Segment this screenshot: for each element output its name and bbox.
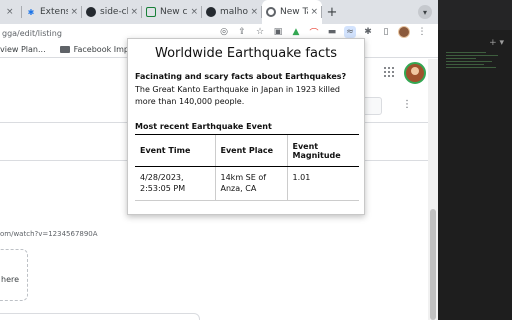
google-lens-icon[interactable]: ◎ xyxy=(218,26,230,38)
tab-1[interactable]: × xyxy=(0,0,22,24)
tab-malhot[interactable]: malhot × xyxy=(202,0,262,24)
folder-icon xyxy=(59,46,70,53)
github-icon xyxy=(86,7,96,17)
extension-icon-2[interactable]: ⌒ xyxy=(308,26,320,39)
tab-title: malhot xyxy=(220,7,249,17)
tab-strip: × ✱ Extensi × side-ch × New ch × malhot … xyxy=(0,0,438,24)
chrome-icon xyxy=(266,7,276,17)
earthquake-table: Event Time Event Place Event Magnitude 4… xyxy=(135,134,359,201)
more-options-icon[interactable]: ⋮ xyxy=(402,99,412,110)
editor-header xyxy=(438,0,512,30)
tab-search-icon[interactable]: ▾ xyxy=(418,5,432,19)
minimap xyxy=(446,52,506,70)
tab-close-icon[interactable]: × xyxy=(250,7,258,17)
puzzle-icon: ✱ xyxy=(27,7,35,17)
editor-side-panel: + ▾ xyxy=(438,0,512,320)
tab-new-ch[interactable]: New ch × xyxy=(142,0,202,24)
tab-title: Extensi xyxy=(40,7,69,17)
drop-zone[interactable]: here xyxy=(0,249,28,301)
popup-title: Worldwide Earthquake facts xyxy=(155,46,337,61)
earthquake-fact: The Great Kanto Earthquake in Japan in 1… xyxy=(135,85,340,106)
tab-title: New ch xyxy=(160,7,188,17)
earthquake-extension-icon[interactable]: ≈ xyxy=(344,26,356,38)
bookmark-item[interactable]: Facebook Imp... xyxy=(59,45,137,54)
video-url-text: om/watch?v=1234567890A xyxy=(0,230,98,238)
extension-icon-3[interactable]: ▬ xyxy=(326,26,338,38)
column-header: Event Place xyxy=(214,134,287,167)
event-time-cell: 4/28/2023, 2:53:05 PM xyxy=(135,166,215,201)
recent-event-heading: Most recent Earthquake Event xyxy=(135,122,272,131)
table-header-row: Event Time Event Place Event Magnitude xyxy=(135,134,359,167)
drop-zone-label: here xyxy=(1,275,20,284)
extension-icon-1[interactable]: ▲ xyxy=(290,26,302,38)
tab-side-ch[interactable]: side-ch × xyxy=(82,0,142,24)
extension-popup: Worldwide Earthquake facts Facinating an… xyxy=(127,38,365,215)
account-avatar[interactable] xyxy=(404,62,426,84)
share-icon[interactable]: ⇪ xyxy=(236,26,248,38)
tab-close-icon[interactable]: × xyxy=(310,7,318,17)
tab-close-icon[interactable]: × xyxy=(190,7,198,17)
event-magnitude-cell: 1.01 xyxy=(286,166,359,201)
bookmark-label: view Plan... xyxy=(0,45,46,54)
column-header: Event Magnitude xyxy=(286,134,359,167)
bookmark-star-icon[interactable]: ☆ xyxy=(254,26,266,38)
popup-subtitle: Facinating and scary facts about Earthqu… xyxy=(135,72,347,81)
toolbar-icons: ◎ ⇪ ☆ ▣ ▲ ⌒ ▬ ≈ ✱ ▯ ⋮ xyxy=(218,26,428,39)
scrollbar-thumb[interactable] xyxy=(430,209,436,320)
browser-window: × ✱ Extensi × side-ch × New ch × malhot … xyxy=(0,0,438,320)
table-row: 4/28/2023, 2:53:05 PM 14km SE of Anza, C… xyxy=(135,166,359,201)
tab-new-tab[interactable]: New Ta × xyxy=(262,0,322,24)
extensions-puzzle-icon[interactable]: ✱ xyxy=(362,26,374,38)
page-icon xyxy=(146,7,156,17)
tab-close-icon[interactable]: × xyxy=(70,7,78,17)
content-card xyxy=(0,313,200,320)
tab-close-icon[interactable]: × xyxy=(130,7,138,17)
tab-close-icon[interactable]: × xyxy=(6,7,14,17)
event-place-cell: 14km SE of Anza, CA xyxy=(214,166,287,201)
menu-icon[interactable]: ⋮ xyxy=(416,26,428,38)
address-bar[interactable]: gga/edit/listing xyxy=(0,29,62,38)
tab-extensions[interactable]: ✱ Extensi × xyxy=(22,0,82,24)
bookmark-item[interactable]: view Plan... xyxy=(0,45,46,54)
sidepanel-icon[interactable]: ▯ xyxy=(380,26,392,38)
editor-controls[interactable]: + ▾ xyxy=(489,38,504,48)
github-icon xyxy=(206,7,216,17)
tab-title: New Ta xyxy=(280,7,308,17)
camera-icon[interactable]: ▣ xyxy=(272,26,284,38)
column-header: Event Time xyxy=(135,134,215,167)
apps-grid-icon[interactable] xyxy=(384,67,394,77)
new-tab-button[interactable]: + xyxy=(322,0,342,24)
tab-title: side-ch xyxy=(100,7,128,17)
profile-avatar-icon[interactable] xyxy=(398,26,410,38)
